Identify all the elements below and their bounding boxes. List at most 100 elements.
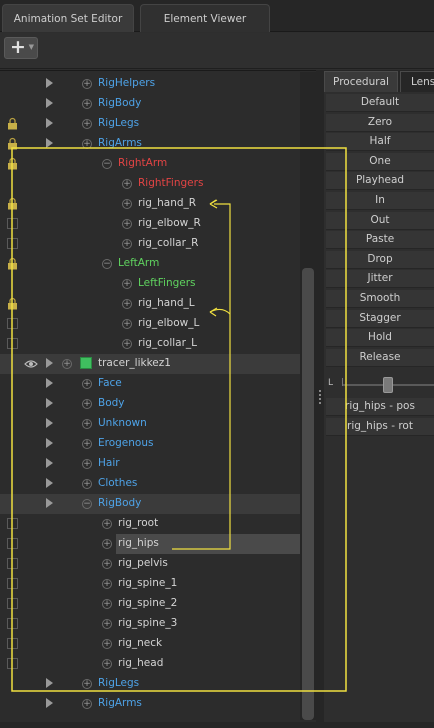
expander-icon[interactable]: + [122,279,132,289]
expander-icon[interactable]: + [82,679,92,689]
tree-row[interactable]: + LeftFingers [0,274,300,294]
expander-icon[interactable]: + [102,559,112,569]
control-list-item[interactable]: rig_hips - pos [326,398,434,416]
tree-row[interactable]: + tracer_likkez1 [0,354,300,374]
lock-icon[interactable] [7,297,18,310]
expander-icon[interactable]: + [102,519,112,529]
procedural-out-button[interactable]: Out [326,211,434,230]
procedural-jitter-button[interactable]: Jitter [326,270,434,289]
lock-toggle-checkbox[interactable] [7,638,18,649]
tab-procedural[interactable]: Procedural [324,71,398,92]
lock-toggle-checkbox[interactable] [7,218,18,229]
expand-arrow-icon[interactable] [46,138,53,148]
tree-row[interactable]: − RightArm [0,154,300,174]
expander-icon[interactable]: + [62,359,72,369]
procedural-release-button[interactable]: Release [326,348,434,367]
tree-row[interactable]: + rig_spine_1 [0,574,300,594]
procedural-one-button[interactable]: One [326,152,434,171]
tree-row[interactable]: + rig_root [0,514,300,534]
tree-row[interactable]: + RigArms [0,694,300,714]
expand-arrow-icon[interactable] [46,478,53,488]
expander-icon[interactable]: + [102,659,112,669]
lock-icon[interactable] [7,257,18,270]
expander-icon[interactable]: − [82,499,92,509]
procedural-smooth-button[interactable]: Smooth [326,290,434,308]
expander-icon[interactable]: + [122,319,132,329]
tree-row[interactable]: + RigBody [0,94,300,114]
tree-row[interactable]: + RightFingers [0,174,300,194]
expand-arrow-icon[interactable] [46,98,53,108]
expand-arrow-icon[interactable] [46,498,53,508]
expand-arrow-icon[interactable] [46,438,53,448]
expander-icon[interactable]: + [82,379,92,389]
expand-arrow-icon[interactable] [46,458,53,468]
tree-scrollbar[interactable] [300,72,316,720]
lock-toggle-checkbox[interactable] [7,538,18,549]
expander-icon[interactable]: + [82,399,92,409]
procedural-drop-button[interactable]: Drop [326,250,434,269]
expand-arrow-icon[interactable] [46,678,53,688]
tab-animation-set-editor[interactable]: Animation Set Editor [2,4,134,32]
control-list-item[interactable]: rig_hips - rot [326,418,434,436]
lock-toggle-checkbox[interactable] [7,238,18,249]
tree-row[interactable]: + rig_elbow_R [0,214,300,234]
lock-toggle-checkbox[interactable] [7,658,18,669]
expander-icon[interactable]: − [102,259,112,269]
expander-icon[interactable]: − [102,159,112,169]
tree-row[interactable]: + rig_spine_3 [0,614,300,634]
procedural-stagger-button[interactable]: Stagger [326,309,434,328]
eye-icon[interactable] [24,357,38,371]
tree-row[interactable]: + rig_hand_R [0,194,300,214]
expand-arrow-icon[interactable] [46,398,53,408]
expand-arrow-icon[interactable] [46,118,53,128]
lock-toggle-checkbox[interactable] [7,318,18,329]
expander-icon[interactable]: + [102,579,112,589]
procedural-slider[interactable]: L [324,374,434,394]
lock-toggle-checkbox[interactable] [7,338,18,349]
expander-icon[interactable]: + [122,299,132,309]
tree-row[interactable]: + RigArms [0,134,300,154]
expand-arrow-icon[interactable] [46,78,53,88]
procedural-half-button[interactable]: Half [326,133,434,152]
expand-arrow-icon[interactable] [46,358,53,368]
expander-icon[interactable]: + [82,119,92,129]
expander-icon[interactable]: + [122,239,132,249]
tree-row[interactable]: + rig_head [0,654,300,674]
panel-splitter[interactable] [316,70,324,722]
lock-toggle-checkbox[interactable] [7,558,18,569]
expander-icon[interactable]: + [122,219,132,229]
procedural-paste-button[interactable]: Paste [326,231,434,250]
expander-icon[interactable]: + [102,619,112,629]
lock-icon[interactable] [7,197,18,210]
expander-icon[interactable]: + [102,539,112,549]
tab-lense[interactable]: Lense [400,71,434,92]
tree-row[interactable]: + rig_collar_L [0,334,300,354]
tree-row[interactable]: + RigLegs [0,114,300,134]
slider-knob[interactable] [383,377,393,393]
tree-row[interactable]: + rig_spine_2 [0,594,300,614]
tab-element-viewer[interactable]: Element Viewer [140,4,270,32]
add-button[interactable]: + ▼ [4,36,38,59]
expander-icon[interactable]: + [82,699,92,709]
tree-row[interactable]: + rig_collar_R [0,234,300,254]
lock-toggle-checkbox[interactable] [7,578,18,589]
tree-row[interactable]: + rig_pelvis [0,554,300,574]
expander-icon[interactable]: + [122,339,132,349]
expander-icon[interactable]: + [82,439,92,449]
expander-icon[interactable]: + [82,459,92,469]
tree-row[interactable]: + RigLegs [0,674,300,694]
tree-row[interactable]: + Clothes [0,474,300,494]
lock-toggle-checkbox[interactable] [7,598,18,609]
tree-row[interactable]: + Face [0,374,300,394]
expander-icon[interactable]: + [122,179,132,189]
procedural-playhead-button[interactable]: Playhead [326,172,434,191]
tree-row[interactable]: + rig_hips [0,534,300,554]
tree-row[interactable]: + rig_neck [0,634,300,654]
lock-icon[interactable] [7,117,18,130]
expander-icon[interactable]: + [82,479,92,489]
tree-row[interactable]: − LeftArm [0,254,300,274]
tree-row[interactable]: + Body [0,394,300,414]
tree-row[interactable]: + rig_elbow_L [0,314,300,334]
tree-row[interactable]: + RigHelpers [0,74,300,94]
expander-icon[interactable]: + [82,79,92,89]
